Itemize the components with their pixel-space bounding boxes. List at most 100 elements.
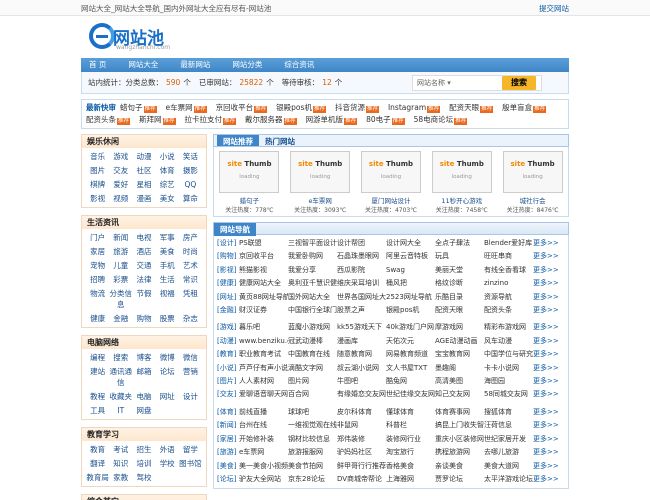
directory-link[interactable]: 天佑次元	[386, 335, 435, 348]
more-link[interactable]: 更多>>	[533, 419, 559, 432]
category-link[interactable]: 家居	[86, 246, 109, 257]
directory-link[interactable]: 文人书屋TXT	[386, 362, 435, 375]
directory-category[interactable]: [体育]	[217, 406, 239, 419]
directory-link[interactable]: 旺旺串商	[484, 250, 533, 263]
directory-link[interactable]: 奥利亚千慧识健	[288, 277, 337, 290]
latest-site-item[interactable]: 拉卡拉支付 推荐	[185, 115, 237, 125]
more-link[interactable]: 更多>>	[533, 388, 559, 401]
directory-link[interactable]: PS联盟	[239, 237, 288, 250]
directory-link[interactable]: 图片网	[288, 375, 337, 388]
directory-link[interactable]: 40k游戏门户网	[386, 321, 435, 334]
directory-link[interactable]: 香格美食	[386, 460, 435, 473]
category-link[interactable]: 编程	[86, 352, 109, 363]
category-link[interactable]: 微信	[179, 352, 202, 363]
category-link[interactable]: 视福	[156, 288, 179, 310]
latest-site-item[interactable]: 80电子 推荐	[366, 115, 405, 125]
directory-link[interactable]: 风车动漫	[484, 335, 533, 348]
category-link[interactable]: 漫画	[132, 193, 155, 204]
directory-link[interactable]: 银殿pos机	[386, 304, 435, 317]
category-link[interactable]: 网址	[156, 391, 179, 402]
latest-site-item[interactable]: 斯拜网 推荐	[139, 115, 176, 125]
category-link[interactable]: 社区	[132, 165, 155, 176]
directory-link[interactable]: 美食节拍网	[288, 460, 337, 473]
directory-link[interactable]: 格纹诊断	[435, 277, 484, 290]
more-link[interactable]: 更多>>	[533, 473, 559, 486]
directory-link[interactable]: 驴妈妈社区	[337, 446, 386, 459]
directory-link[interactable]: 卡卡小说网	[484, 362, 533, 375]
directory-link[interactable]: 科普栏	[386, 419, 435, 432]
directory-link[interactable]: 我爱分享	[288, 264, 337, 277]
directory-link[interactable]: 亲谈美食	[435, 460, 484, 473]
logo[interactable]: 网站池 wangzhanchi.com	[89, 23, 170, 53]
category-link[interactable]: 彩票	[109, 274, 132, 285]
directory-category[interactable]: [美食]	[217, 460, 239, 473]
directory-category[interactable]: [家居]	[217, 433, 239, 446]
directory-category[interactable]: [图片]	[217, 375, 239, 388]
category-link[interactable]: 营销	[179, 366, 202, 388]
category-link[interactable]: 儿童	[109, 260, 132, 271]
directory-link[interactable]: 牛图吧	[337, 375, 386, 388]
more-link[interactable]: 更多>>	[533, 375, 559, 388]
more-link[interactable]: 更多>>	[533, 446, 559, 459]
category-link[interactable]: 游戏	[109, 151, 132, 162]
thumb-name[interactable]: e车票网	[290, 195, 350, 205]
latest-site-item[interactable]: 殷单盲盒 推荐	[502, 103, 547, 113]
directory-link[interactable]: 皮尔科体育	[337, 406, 386, 419]
category-link[interactable]: 设计	[179, 391, 202, 402]
category-link[interactable]: 视频	[109, 193, 132, 204]
directory-category[interactable]: [论坛]	[217, 473, 239, 486]
directory-link[interactable]: 重庆小区装修网	[435, 433, 484, 446]
category-link[interactable]: 宠物	[86, 260, 109, 271]
directory-link[interactable]: 京回收平台	[239, 250, 288, 263]
category-link[interactable]: 学校	[156, 458, 179, 469]
more-link[interactable]: 更多>>	[533, 406, 559, 419]
directory-link[interactable]: 携程旅游网	[435, 446, 484, 459]
directory-link[interactable]: e车票网	[239, 446, 288, 459]
directory-link[interactable]: 精彩布游戏网	[484, 321, 533, 334]
directory-link[interactable]: 汪荷信息	[484, 419, 533, 432]
category-link[interactable]: 动漫	[132, 151, 155, 162]
thumb-name[interactable]: 城社行会	[503, 195, 563, 205]
category-link[interactable]: 交通	[132, 260, 155, 271]
directory-link[interactable]: 上海雅网	[386, 473, 435, 486]
category-link[interactable]: 培训	[132, 458, 155, 469]
latest-site-item[interactable]: 配资头条 推荐	[86, 115, 131, 125]
directory-link[interactable]: 玩具	[435, 250, 484, 263]
directory-link[interactable]: 健康网站大全	[239, 277, 288, 290]
directory-link[interactable]: 设计网大全	[386, 237, 435, 250]
category-link[interactable]: 星相	[132, 179, 155, 190]
directory-category[interactable]: [教育]	[217, 348, 239, 361]
category-link[interactable]: 棋牌	[86, 179, 109, 190]
nav-item-3[interactable]: 网站分类	[232, 58, 262, 72]
directory-link[interactable]: 暮乐吧	[239, 321, 288, 334]
category-link[interactable]: 股票	[156, 313, 179, 324]
directory-category[interactable]: [动漫]	[217, 335, 239, 348]
directory-category[interactable]: [金融]	[217, 304, 239, 317]
search-button[interactable]: 搜索	[502, 76, 536, 90]
category-link[interactable]: 房产	[179, 232, 202, 243]
directory-link[interactable]: 贾罗论坛	[435, 473, 484, 486]
directory-link[interactable]: 有缘婚恋交友网	[337, 388, 386, 401]
directory-link[interactable]: 懂球体育	[386, 406, 435, 419]
category-link[interactable]: 音乐	[86, 151, 109, 162]
directory-link[interactable]: 爱聊语音聊天网	[239, 388, 288, 401]
directory-link[interactable]: 三视智平面设计	[288, 237, 337, 250]
category-link[interactable]: 家教	[109, 472, 132, 483]
more-link[interactable]: 更多>>	[533, 264, 559, 277]
directory-category[interactable]: [小说]	[217, 362, 239, 375]
directory-link[interactable]: 乐酷目录	[435, 291, 484, 304]
tab-0[interactable]: 网站推荐	[217, 135, 259, 146]
directory-link[interactable]: 旅游报服网	[288, 446, 337, 459]
thumb-card[interactable]: site Thumb loading 11秒开心游戏 关注热度：7458℃	[431, 151, 492, 216]
thumb-name[interactable]: 厦门网站设计	[361, 195, 421, 205]
category-link[interactable]: 法律	[132, 274, 155, 285]
more-link[interactable]: 更多>>	[533, 250, 559, 263]
directory-link[interactable]: 设计帮团	[337, 237, 386, 250]
category-link[interactable]: 收藏夹	[109, 391, 133, 402]
directory-link[interactable]: 财汉证券	[239, 304, 288, 317]
latest-site-item[interactable]: 京回收平台 推荐	[216, 103, 268, 113]
category-link[interactable]: 手机	[156, 260, 179, 271]
category-link[interactable]: 考试	[109, 444, 132, 455]
directory-category[interactable]: [交友]	[217, 388, 239, 401]
category-link[interactable]: 综艺	[156, 179, 179, 190]
